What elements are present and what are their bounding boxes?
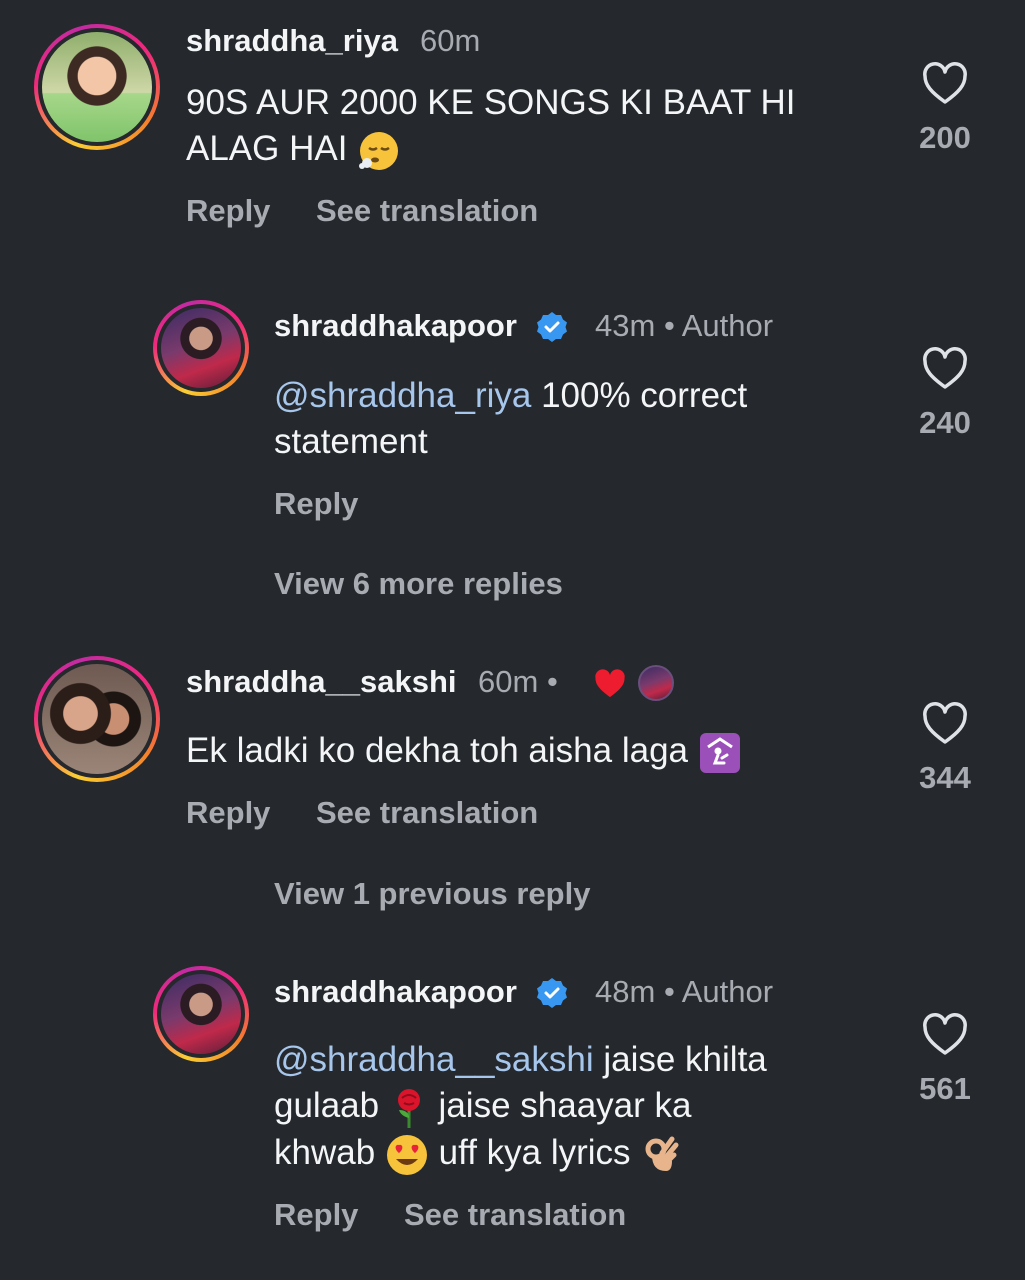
- comment-timestamp: 48m • Author: [595, 974, 774, 1009]
- comment-username[interactable]: shraddhakapoor: [274, 308, 517, 344]
- avatar[interactable]: [34, 24, 160, 150]
- mention-link[interactable]: @shraddha_riya: [274, 376, 531, 415]
- comment-username[interactable]: shraddha_riya: [186, 23, 398, 59]
- person-kneeling-emoji: [699, 732, 740, 773]
- rose-emoji: [397, 1088, 420, 1128]
- avatar[interactable]: [153, 300, 249, 396]
- comment-text: @shraddha__sakshi jaise khilta gulaab ja…: [274, 1037, 894, 1177]
- see-translation-button[interactable]: See translation: [316, 193, 538, 229]
- avatar[interactable]: [153, 966, 249, 1062]
- comment-text: @shraddha_riya 100% correct statement: [274, 376, 748, 461]
- like-count: 561: [919, 1071, 971, 1106]
- heart-outline-icon[interactable]: [921, 347, 969, 391]
- like-count: 344: [919, 760, 971, 795]
- comment-text: Ek ladki ko dekha toh aisha laga: [186, 728, 886, 775]
- mention-link[interactable]: @shraddha__sakshi: [274, 1040, 594, 1079]
- comment-username[interactable]: shraddha__sakshi: [186, 664, 457, 700]
- view-more-replies-button[interactable]: View 6 more replies: [274, 566, 563, 602]
- avatar[interactable]: [34, 656, 160, 782]
- like-button[interactable]: 561: [910, 1013, 980, 1107]
- verified-badge-icon: [537, 978, 567, 1008]
- author-avatar-mini: [638, 665, 674, 701]
- reply-button[interactable]: Reply: [186, 193, 270, 229]
- reply-button[interactable]: Reply: [274, 486, 358, 522]
- heart-outline-icon[interactable]: [921, 702, 969, 746]
- like-button[interactable]: 240: [910, 347, 980, 441]
- see-translation-button[interactable]: See translation: [316, 795, 538, 831]
- like-button[interactable]: 344: [910, 702, 980, 796]
- see-translation-button[interactable]: See translation: [404, 1197, 626, 1233]
- like-count: 240: [919, 405, 971, 440]
- comment-timestamp: 60m: [420, 23, 481, 58]
- verified-badge-icon: [537, 312, 567, 342]
- red-heart-icon: [595, 669, 625, 698]
- reply-button[interactable]: Reply: [186, 795, 270, 831]
- heart-outline-icon[interactable]: [921, 62, 969, 106]
- heart-outline-icon[interactable]: [921, 1013, 969, 1057]
- view-previous-reply-button[interactable]: View 1 previous reply: [274, 876, 590, 912]
- sighing-face-emoji: [359, 131, 399, 170]
- comment-text: 90S AUR 2000 KE SONGS KI BAAT HI ALAG HA…: [186, 80, 886, 173]
- comment-timestamp: 43m • Author: [595, 308, 774, 343]
- heart-eyes-emoji: [386, 1134, 427, 1175]
- ok-hand-emoji: [645, 1136, 679, 1171]
- like-count: 200: [919, 120, 971, 155]
- reply-button[interactable]: Reply: [274, 1197, 358, 1233]
- like-button[interactable]: 200: [910, 62, 980, 156]
- comment-timestamp: 60m •: [478, 664, 558, 699]
- comment-username[interactable]: shraddhakapoor: [274, 974, 517, 1010]
